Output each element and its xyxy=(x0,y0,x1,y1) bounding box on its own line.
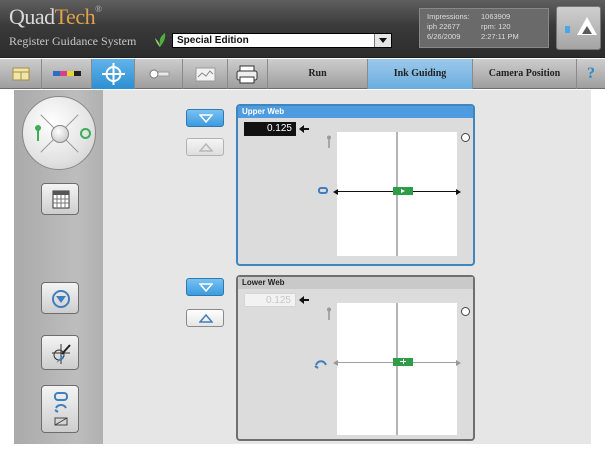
chevron-down-icon[interactable] xyxy=(374,34,391,47)
play-icon xyxy=(401,189,405,193)
logo-mark: ® xyxy=(95,4,102,14)
brush-icon xyxy=(52,344,71,364)
upper-web-down-button[interactable] xyxy=(186,109,224,127)
slider-icon xyxy=(149,69,170,79)
upper-web-title: Upper Web xyxy=(238,106,473,118)
chart-icon xyxy=(195,67,216,82)
tab-camera-position[interactable]: Camera Position xyxy=(473,59,577,89)
calendar-icon xyxy=(52,190,70,209)
grid-center-line xyxy=(396,303,398,435)
color-bars-icon xyxy=(53,71,81,76)
chevron-up-icon xyxy=(199,143,213,152)
tab-ink-guiding[interactable]: Ink Guiding xyxy=(368,59,473,89)
lower-web-title: Lower Web xyxy=(238,277,473,289)
tab-camera-position-label: Camera Position xyxy=(488,68,561,79)
brush-button[interactable] xyxy=(41,335,79,370)
pin-icon[interactable] xyxy=(34,124,42,142)
link-icon xyxy=(54,392,68,426)
pin-icon xyxy=(327,135,331,148)
plus-icon xyxy=(402,359,404,364)
upper-web-up-button[interactable] xyxy=(186,138,224,156)
arrow-left-icon xyxy=(299,296,309,304)
link-icon xyxy=(314,360,327,369)
tab-run-label: Run xyxy=(308,68,327,79)
arrow-right-icon xyxy=(456,360,461,366)
upper-web-value[interactable]: 0.125 xyxy=(244,122,296,136)
toolbar-chart-button[interactable] xyxy=(183,59,228,89)
rpm-value: rpm: 120 xyxy=(481,22,511,31)
impressions-label: Impressions: xyxy=(427,12,470,21)
lower-web-value[interactable]: 0.125 xyxy=(244,293,296,307)
main-toolbar: Run Ink Guiding Camera Position ? xyxy=(0,59,605,89)
logo-text-quad: Quad xyxy=(9,4,55,29)
pin-icon xyxy=(327,307,331,320)
toolbar-crosshair-button[interactable] xyxy=(92,59,135,89)
app-subtitle: Register Guidance System xyxy=(9,34,137,48)
arrow-left-icon xyxy=(333,360,338,366)
main-content: Upper Web 0.125 Lower Web 0.125 xyxy=(14,90,591,444)
chevron-down-icon xyxy=(199,114,213,123)
upper-web-register-grid xyxy=(333,132,461,256)
time-value: 2:27:11 PM xyxy=(481,32,519,41)
chevron-up-icon xyxy=(199,314,213,323)
ring-icon xyxy=(461,307,470,316)
eject-indicator xyxy=(565,26,570,33)
upper-web-panel: Upper Web 0.125 xyxy=(236,104,475,266)
logo-text-tech: Tech xyxy=(54,4,96,29)
register-marker[interactable] xyxy=(393,358,413,366)
left-sidebar xyxy=(14,90,103,444)
calendar-button[interactable] xyxy=(41,183,79,215)
tab-run[interactable]: Run xyxy=(268,59,368,89)
lower-web-register-grid xyxy=(333,303,461,435)
ring-icon[interactable] xyxy=(80,128,91,139)
toolbar-slider-button[interactable] xyxy=(135,59,183,89)
leaf-icon xyxy=(155,33,166,47)
iph-value: iph 22677 xyxy=(427,22,460,31)
register-marker[interactable] xyxy=(393,187,413,195)
toolbar-printer-button[interactable] xyxy=(228,59,268,89)
calculator-icon xyxy=(12,67,30,81)
arrow-left-icon xyxy=(333,189,338,195)
help-icon: ? xyxy=(587,65,595,82)
ring-icon xyxy=(461,133,470,142)
dial-center-knob[interactable] xyxy=(51,125,69,143)
impressions-value: 1063909 xyxy=(481,12,511,21)
eject-icon-inner xyxy=(582,26,592,34)
direction-dial[interactable] xyxy=(22,96,96,170)
target-button[interactable] xyxy=(41,282,79,314)
eject-button[interactable] xyxy=(556,6,601,50)
help-button[interactable]: ? xyxy=(577,59,605,89)
quadtech-logo: QuadTech® xyxy=(9,4,102,30)
lower-web-up-button[interactable] xyxy=(186,309,224,327)
lower-web-panel: Lower Web 0.125 xyxy=(236,275,475,441)
target-icon xyxy=(52,290,70,308)
crosshair-icon xyxy=(102,63,125,85)
edition-select[interactable]: Special Edition xyxy=(172,33,392,48)
tab-ink-guiding-label: Ink Guiding xyxy=(393,68,447,79)
lower-web-down-button[interactable] xyxy=(186,278,224,296)
link-button[interactable] xyxy=(41,385,79,433)
chevron-down-icon xyxy=(199,283,213,292)
arrow-right-icon xyxy=(456,189,461,195)
arrow-left-icon xyxy=(299,125,309,133)
app-header: QuadTech® Register Guidance System Speci… xyxy=(0,0,605,58)
cap-icon xyxy=(318,187,328,194)
toolbar-color-bars-button[interactable] xyxy=(42,59,92,89)
toolbar-calculator-button[interactable] xyxy=(0,59,42,89)
press-stats: Impressions: 1063909 iph 22677 rpm: 120 6/… xyxy=(419,8,549,48)
printer-icon xyxy=(236,65,258,84)
edition-select-value: Special Edition xyxy=(177,35,249,46)
date-value: 6/26/2009 xyxy=(427,32,461,41)
